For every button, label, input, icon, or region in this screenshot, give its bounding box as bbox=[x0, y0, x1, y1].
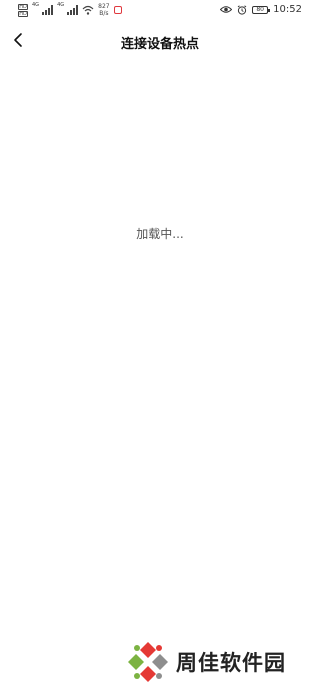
status-right: 80 10:52 bbox=[220, 4, 302, 15]
network-speed: 827 B/s bbox=[98, 3, 109, 17]
hd-icon: HD bbox=[18, 10, 28, 17]
signal-icon bbox=[42, 5, 54, 15]
watermark-logo bbox=[128, 642, 168, 682]
nav-bar: 连接设备热点 bbox=[0, 26, 320, 56]
eye-icon bbox=[220, 6, 233, 13]
wifi-icon bbox=[82, 5, 94, 15]
page-title: 连接设备热点 bbox=[120, 37, 199, 52]
clock: 10:52 bbox=[273, 4, 302, 15]
loading-indicator: 加载中... bbox=[136, 227, 184, 241]
watermark: 周佳软件园 bbox=[126, 640, 286, 684]
sim-indicators: HD HD bbox=[18, 3, 28, 17]
status-left: HD HD 4G 4G 827 B/s bbox=[18, 3, 122, 17]
status-bar: HD HD 4G 4G 827 B/s 80 10:52 bbox=[0, 0, 320, 24]
network-type-label: 4G bbox=[57, 2, 65, 8]
network-type-label: 4G bbox=[32, 2, 40, 8]
alarm-icon bbox=[237, 4, 247, 15]
watermark-text: 周佳软件园 bbox=[176, 651, 286, 675]
speed-unit: B/s bbox=[99, 10, 109, 17]
signal-icon bbox=[67, 5, 79, 15]
app-notification-icon bbox=[113, 6, 122, 14]
hd-icon: HD bbox=[18, 3, 28, 10]
battery-icon: 80 bbox=[252, 5, 271, 14]
speed-value: 827 bbox=[98, 3, 110, 10]
